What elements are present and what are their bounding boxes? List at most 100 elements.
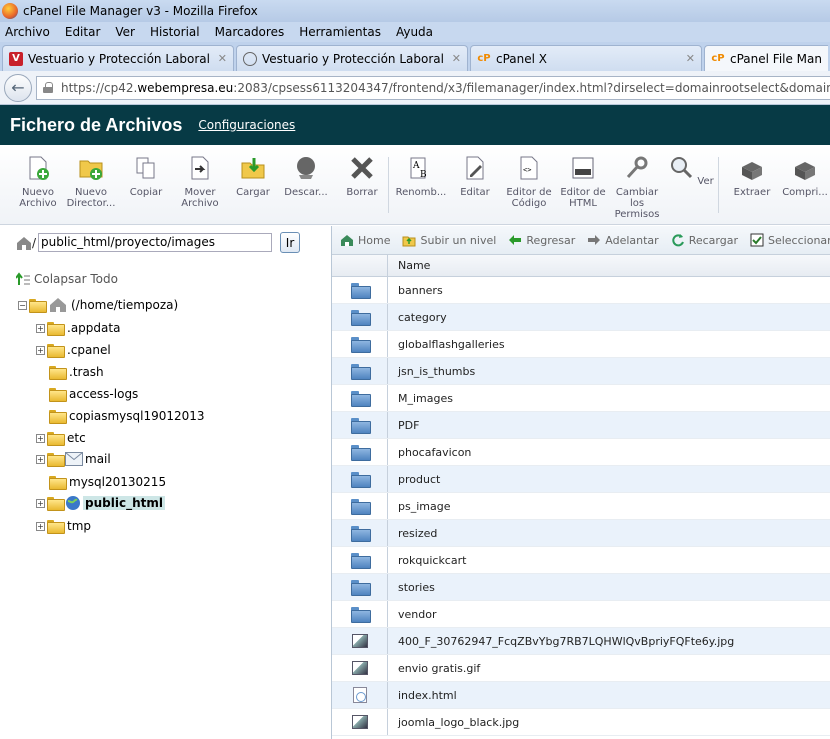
close-tab-icon[interactable]: ✕: [218, 52, 227, 65]
menu-marcadores[interactable]: Marcadores: [212, 25, 288, 39]
file-name[interactable]: banners: [388, 284, 443, 297]
file-name[interactable]: ps_image: [388, 500, 450, 513]
file-name[interactable]: vendor: [388, 608, 436, 621]
file-name[interactable]: stories: [388, 581, 435, 594]
expand-icon[interactable]: +: [36, 521, 45, 531]
close-tab-icon[interactable]: ✕: [452, 52, 461, 65]
tree-item-public-html[interactable]: + public_html: [36, 494, 165, 512]
copy-button[interactable]: Copiar: [117, 153, 175, 198]
compress-icon: [795, 162, 815, 180]
tree-item-mail[interactable]: + mail: [36, 450, 111, 468]
table-row[interactable]: M_images: [332, 385, 830, 412]
tree-item-label: etc: [67, 431, 86, 445]
file-name[interactable]: envio gratis.gif: [388, 662, 480, 675]
tree-item-cpanel[interactable]: + .cpanel: [36, 341, 111, 359]
file-name[interactable]: resized: [388, 527, 437, 540]
edit-button[interactable]: Editar: [446, 153, 504, 198]
file-name[interactable]: product: [388, 473, 440, 486]
menu-historial[interactable]: Historial: [147, 25, 203, 39]
file-name[interactable]: 400_F_30762947_FcqZBvYbg7RB7LQHWlQvBpriy…: [388, 635, 734, 648]
name-column-header[interactable]: Name: [388, 259, 430, 272]
table-row[interactable]: phocafavicon: [332, 439, 830, 466]
tree-item-appdata[interactable]: + .appdata: [36, 319, 120, 337]
expand-icon[interactable]: +: [36, 345, 45, 355]
new-file-button[interactable]: Nuevo Archivo: [9, 153, 67, 209]
table-row[interactable]: product: [332, 466, 830, 493]
expand-icon[interactable]: +: [36, 323, 45, 333]
table-row[interactable]: PDF: [332, 412, 830, 439]
folder-icon: [49, 476, 67, 490]
file-name[interactable]: jsn_is_thumbs: [388, 365, 475, 378]
html-editor-button[interactable]: Editor de HTML: [554, 153, 612, 209]
tree-item-copiasmysql[interactable]: copiasmysql19012013: [49, 407, 205, 425]
table-row[interactable]: 400_F_30762947_FcqZBvYbg7RB7LQHWlQvBpriy…: [332, 628, 830, 655]
home-button[interactable]: Home: [340, 233, 390, 247]
path-input[interactable]: public_html/proyecto/images: [38, 233, 273, 252]
tree-item-etc[interactable]: + etc: [36, 429, 86, 447]
expand-icon[interactable]: +: [36, 498, 45, 508]
rename-icon: AB: [410, 157, 427, 180]
compress-button[interactable]: Compri...: [776, 153, 830, 198]
table-row[interactable]: category: [332, 304, 830, 331]
up-one-level-button[interactable]: Subir un nivel: [402, 233, 496, 247]
menu-editar[interactable]: Editar: [62, 25, 104, 39]
delete-button[interactable]: Borrar: [333, 153, 391, 198]
folder-icon: [350, 364, 371, 380]
browser-tab-vestuario[interactable]: Vestuario y Protección Laboral ✕: [236, 45, 468, 71]
reload-button[interactable]: Recargar: [671, 233, 738, 247]
menu-ayuda[interactable]: Ayuda: [393, 25, 436, 39]
table-row[interactable]: globalflashgalleries: [332, 331, 830, 358]
table-row[interactable]: resized: [332, 520, 830, 547]
new-folder-button[interactable]: Nuevo Director...: [62, 153, 120, 209]
view-button[interactable]: Ver: [662, 153, 720, 187]
table-row[interactable]: rokquickcart: [332, 547, 830, 574]
expand-icon[interactable]: +: [36, 454, 45, 464]
browser-tab-cpanel-x[interactable]: cP cPanel X ✕: [470, 45, 702, 71]
file-name[interactable]: phocafavicon: [388, 446, 471, 459]
tree-root[interactable]: − (/home/tiempoza): [18, 296, 178, 314]
menu-herramientas[interactable]: Herramientas: [296, 25, 384, 39]
table-row[interactable]: banners: [332, 277, 830, 304]
expand-icon[interactable]: +: [36, 433, 45, 443]
file-name[interactable]: joomla_logo_black.jpg: [388, 716, 519, 729]
settings-link[interactable]: Configuraciones: [198, 118, 295, 132]
browser-tab-vestuario-a[interactable]: V Vestuario y Protección Laboral - A... …: [2, 45, 234, 71]
extract-button[interactable]: Extraer: [723, 153, 781, 198]
file-name[interactable]: index.html: [388, 689, 457, 702]
folder-icon: [350, 526, 371, 542]
tree-item-tmp[interactable]: + tmp: [36, 517, 91, 535]
upload-button[interactable]: Cargar: [224, 153, 282, 198]
back-nav-button[interactable]: Regresar: [508, 233, 575, 247]
browser-tab-file-manager[interactable]: cP cPanel File Manage: [704, 45, 828, 71]
table-row[interactable]: jsn_is_thumbs: [332, 358, 830, 385]
forward-nav-button[interactable]: Adelantar: [587, 233, 659, 247]
go-button[interactable]: Ir: [280, 232, 301, 253]
table-row[interactable]: stories: [332, 574, 830, 601]
download-button[interactable]: Descar...: [277, 153, 335, 198]
menu-archivo[interactable]: Archivo: [2, 25, 53, 39]
code-editor-button[interactable]: <> Editor de Código: [500, 153, 558, 209]
menu-ver[interactable]: Ver: [112, 25, 138, 39]
table-row[interactable]: ps_image: [332, 493, 830, 520]
file-name[interactable]: PDF: [388, 419, 419, 432]
back-button[interactable]: ←: [4, 73, 32, 102]
file-name[interactable]: M_images: [388, 392, 453, 405]
tree-item-trash[interactable]: .trash: [49, 363, 104, 381]
table-row[interactable]: envio gratis.gif: [332, 655, 830, 682]
file-name[interactable]: rokquickcart: [388, 554, 466, 567]
table-row[interactable]: index.html: [332, 682, 830, 709]
select-all-button[interactable]: Seleccionar todo: [750, 233, 830, 247]
move-button[interactable]: Mover Archivo: [171, 153, 229, 209]
url-bar[interactable]: https://cp42. webempresa.eu:2083/cpsess61…: [36, 75, 830, 100]
permissions-button[interactable]: Cambiar los Permisos: [608, 153, 666, 220]
table-row[interactable]: joomla_logo_black.jpg: [332, 709, 830, 736]
file-name[interactable]: category: [388, 311, 447, 324]
table-row[interactable]: vendor: [332, 601, 830, 628]
collapse-all-link[interactable]: Colapsar Todo: [16, 272, 118, 286]
tree-item-mysql[interactable]: mysql20130215: [49, 473, 166, 491]
collapse-icon[interactable]: −: [18, 300, 27, 310]
tree-item-access-logs[interactable]: access-logs: [49, 385, 138, 403]
file-name[interactable]: globalflashgalleries: [388, 338, 505, 351]
rename-button[interactable]: AB Renomb...: [392, 153, 450, 198]
close-tab-icon[interactable]: ✕: [686, 52, 695, 65]
